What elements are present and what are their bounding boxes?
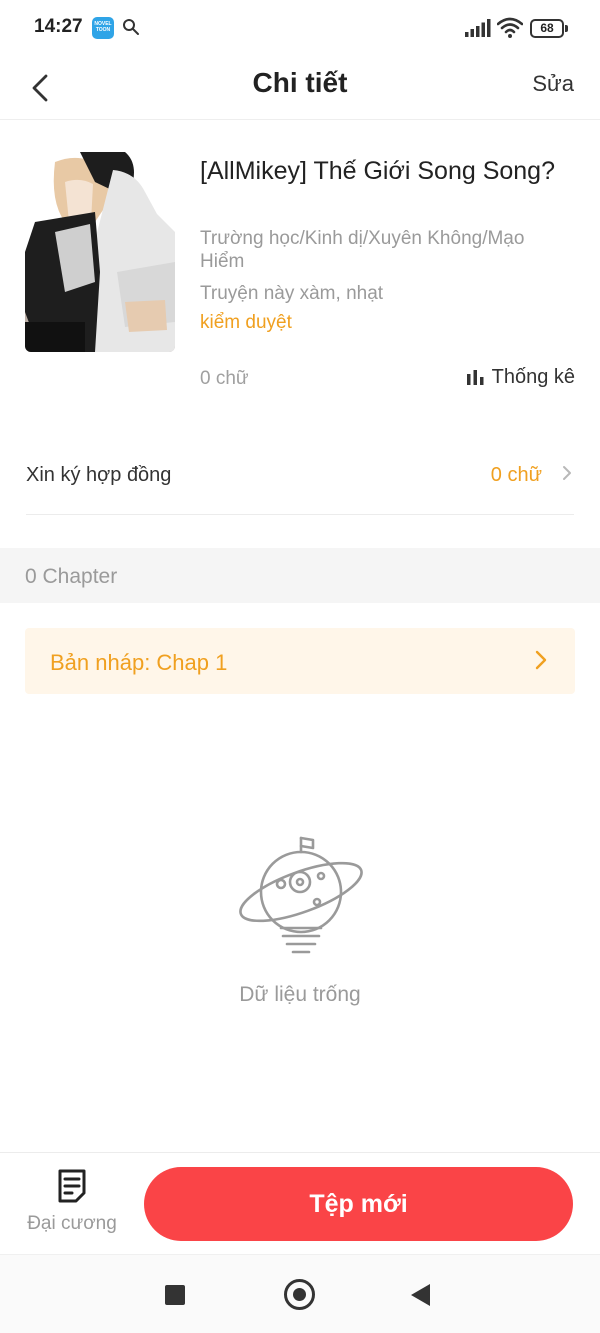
signal-icon: [465, 19, 491, 37]
book-genres: Trường học/Kinh dị/Xuyên Không/Mạo Hiểm: [200, 228, 525, 272]
bar-chart-icon: [466, 370, 484, 385]
contract-request-row[interactable]: Xin ký hợp đồng 0 chữ: [26, 440, 574, 515]
system-back-button[interactable]: [411, 1284, 430, 1306]
novel-toon-app-icon: NOVEL TOON: [92, 17, 114, 39]
chevron-right-icon: [535, 650, 547, 670]
empty-state-lightbulb-planet-icon: [239, 836, 363, 954]
recent-apps-button[interactable]: [165, 1285, 185, 1305]
word-count: 0 chữ: [200, 368, 249, 389]
wifi-icon: [497, 17, 523, 38]
header: Chi tiết Sửa: [0, 58, 600, 120]
chevron-right-icon: [563, 466, 571, 480]
outline-document-icon: [58, 1169, 86, 1203]
battery-tip: [565, 25, 568, 32]
chapter-section-header: 0 Chapter: [0, 548, 600, 603]
page-title: Chi tiết: [252, 67, 348, 98]
home-dot-icon: [293, 1288, 306, 1301]
statistics-button[interactable]: Thống kê: [466, 366, 575, 389]
status-time: 14:27: [34, 16, 83, 37]
system-navigation-bar: [0, 1254, 600, 1333]
book-description: Truyện này xàm, nhạt: [200, 283, 384, 304]
draft-chapter-row[interactable]: Bản nháp: Chap 1: [25, 628, 575, 694]
home-button[interactable]: [284, 1279, 315, 1310]
book-title: [AllMikey] Thế Giới Song Song?: [200, 157, 555, 185]
statistics-label: Thống kê: [491, 366, 575, 388]
edit-button[interactable]: Sửa: [532, 71, 574, 97]
search-icon: [123, 19, 139, 35]
draft-label: Bản nháp: Chap 1: [50, 650, 228, 675]
contract-label: Xin ký hợp đồng: [26, 464, 172, 486]
chapter-count: 0 Chapter: [25, 565, 118, 588]
contract-word-count: 0 chữ: [490, 464, 542, 486]
empty-state-text: Dữ liệu trống: [239, 983, 361, 1006]
bottom-action-bar: Đại cương Tệp mới: [0, 1152, 600, 1254]
book-cover-image[interactable]: [25, 152, 175, 352]
outline-label: Đại cương: [27, 1213, 117, 1234]
new-file-button[interactable]: Tệp mới: [144, 1167, 573, 1241]
cover-illustration: [25, 152, 175, 352]
battery-indicator: 68: [530, 19, 564, 38]
status-bar: 14:27 NOVEL TOON 68: [0, 0, 600, 58]
book-review-status: kiểm duyệt: [200, 312, 292, 333]
outline-button[interactable]: Đại cương: [20, 1169, 124, 1235]
